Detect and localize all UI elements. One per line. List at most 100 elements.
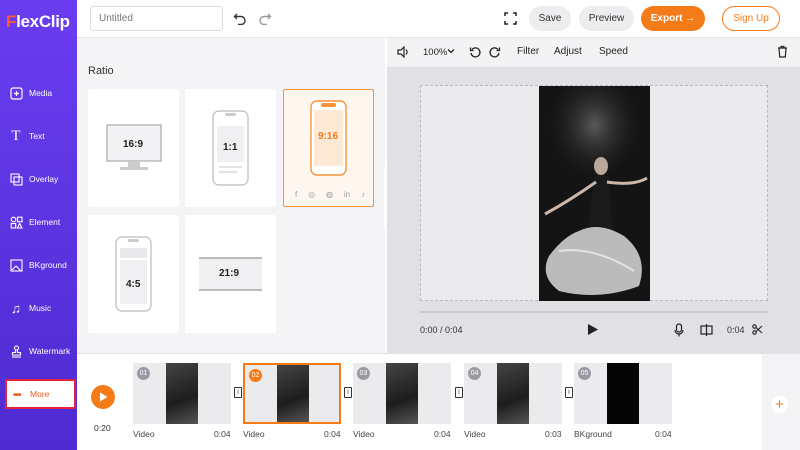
clip-thumbnail: [386, 363, 418, 424]
preview-button[interactable]: Preview: [579, 6, 634, 31]
ratio-option-1-1[interactable]: 1:1: [185, 89, 276, 207]
sidebar-item-more[interactable]: ••• More: [5, 379, 76, 409]
timeline-clip-4[interactable]: 04: [464, 363, 562, 424]
facebook-icon: f: [295, 190, 298, 199]
ratio-panel-title: Ratio: [88, 65, 114, 77]
add-clip-button[interactable]: +: [771, 396, 788, 413]
overlay-icon: [9, 172, 23, 186]
clip-number: 01: [137, 367, 150, 380]
preview-area: 100% Filter Adjust Speed 0:00 / 0:04 0:0…: [387, 38, 800, 353]
transition-icon[interactable]: I: [234, 387, 242, 398]
phone-icon: [115, 236, 152, 312]
ratio-label: 4:5: [126, 279, 141, 290]
social-icons-row: f ◎ ◍ in ♪: [295, 190, 365, 199]
rotate-left-icon[interactable]: [469, 46, 482, 62]
microphone-icon[interactable]: [674, 323, 684, 340]
clip-number: 05: [578, 367, 591, 380]
clip-thumbnail: [166, 363, 198, 424]
ratio-panel: Ratio 16:9 1:1 9:16 f ◎ ◍ in ♪ 4:5 21:9: [77, 38, 385, 353]
save-button[interactable]: Save: [529, 6, 571, 31]
flexclip-editor: FlexClip Media T Text Overlay Element BK…: [0, 0, 800, 450]
filter-button[interactable]: Filter: [517, 46, 539, 57]
clip-name: Video: [243, 429, 265, 439]
dancer-image: [539, 86, 650, 301]
sidebar-item-label: Overlay: [29, 174, 59, 184]
ratio-label: 16:9: [123, 139, 144, 150]
clip-duration: 0:04: [324, 429, 341, 439]
clip-name: BKground: [574, 429, 612, 439]
chevron-down-icon[interactable]: [447, 47, 455, 58]
ratio-label: 9:16: [318, 131, 339, 142]
instagram-icon: ◎: [308, 190, 316, 199]
speed-button[interactable]: Speed: [599, 46, 628, 57]
ratio-label: 1:1: [223, 142, 238, 153]
sidebar-item-label: Text: [29, 131, 45, 141]
rotate-right-icon[interactable]: [488, 46, 501, 62]
transition-icon[interactable]: I: [565, 387, 573, 398]
clip-duration: 0:04: [214, 429, 231, 439]
timeline-play-button[interactable]: [91, 385, 115, 409]
clip-duration: 0:04: [434, 429, 451, 439]
timeline-clip-3[interactable]: 03: [353, 363, 451, 424]
sidebar-item-label: Music: [29, 303, 52, 313]
volume-icon[interactable]: [397, 45, 410, 61]
preview-toolbar: 100% Filter Adjust Speed: [387, 38, 800, 68]
clip-thumbnail: [277, 365, 309, 422]
clip-number: 03: [357, 367, 370, 380]
tiktok-icon: ♪: [361, 190, 365, 199]
total-time: 0:20: [94, 423, 111, 433]
sidebar-item-bkground[interactable]: BKground: [0, 245, 77, 285]
top-bar: Save Preview Export → Sign Up: [77, 0, 800, 38]
clip-number: 04: [468, 367, 481, 380]
signup-button[interactable]: Sign Up: [722, 6, 780, 31]
export-button[interactable]: Export →: [641, 6, 705, 31]
linkedin-icon: in: [343, 190, 351, 199]
split-icon[interactable]: [700, 324, 713, 339]
duration-time: 0:04: [727, 325, 745, 335]
sidebar-item-text[interactable]: T Text: [0, 116, 77, 156]
play-icon[interactable]: [587, 323, 599, 339]
scissors-icon[interactable]: [752, 324, 763, 338]
sidebar-item-label: Media: [29, 88, 53, 98]
sidebar-item-media[interactable]: Media: [0, 73, 77, 113]
sidebar-item-overlay[interactable]: Overlay: [0, 159, 77, 199]
clip-thumbnail: [607, 363, 639, 424]
sidebar-item-label: Element: [29, 217, 61, 227]
adjust-button[interactable]: Adjust: [554, 46, 582, 57]
watermark-icon: [9, 344, 23, 358]
sidebar-item-label: BKground: [29, 260, 67, 270]
sidebar-item-element[interactable]: Element: [0, 202, 77, 242]
trash-icon[interactable]: [777, 45, 788, 61]
media-icon: [9, 86, 23, 100]
ratio-option-21-9[interactable]: 21:9: [185, 215, 276, 333]
clip-duration: 0:03: [545, 429, 562, 439]
undo-icon[interactable]: [232, 10, 248, 26]
background-icon: [9, 258, 23, 272]
timeline-clip-1[interactable]: 01: [133, 363, 231, 424]
timeline-clip-2[interactable]: 02: [243, 363, 341, 424]
ratio-option-16-9[interactable]: 16:9: [88, 89, 179, 207]
sidebar-item-watermark[interactable]: Watermark: [0, 331, 77, 371]
snapchat-icon: ◍: [326, 190, 333, 199]
sidebar-item-music[interactable]: ♫ Music: [0, 288, 77, 328]
transition-icon[interactable]: I: [455, 387, 463, 398]
flexclip-logo[interactable]: FlexClip: [6, 12, 70, 32]
fullscreen-icon[interactable]: [502, 10, 518, 26]
ratio-option-9-16[interactable]: 9:16 f ◎ ◍ in ♪: [283, 89, 374, 207]
sidebar: FlexClip Media T Text Overlay Element BK…: [0, 0, 77, 450]
transition-icon[interactable]: I: [344, 387, 352, 398]
timeline: 0:20 01 Video 0:04 I 02 Video 0:04 I 03 …: [77, 353, 800, 450]
clip-number: 02: [249, 369, 262, 382]
project-title-input[interactable]: [90, 6, 223, 31]
video-canvas[interactable]: [420, 85, 768, 301]
sidebar-item-label: More: [30, 389, 50, 399]
seek-bar[interactable]: [420, 311, 768, 313]
music-icon: ♫: [11, 300, 21, 316]
timeline-clip-5[interactable]: 05: [574, 363, 672, 424]
video-frame[interactable]: [539, 86, 650, 301]
ratio-label: 21:9: [219, 268, 240, 279]
current-time: 0:00 / 0:04: [420, 325, 463, 335]
ratio-option-4-5[interactable]: 4:5: [88, 215, 179, 333]
redo-icon[interactable]: [257, 10, 273, 26]
zoom-level[interactable]: 100%: [423, 47, 447, 58]
